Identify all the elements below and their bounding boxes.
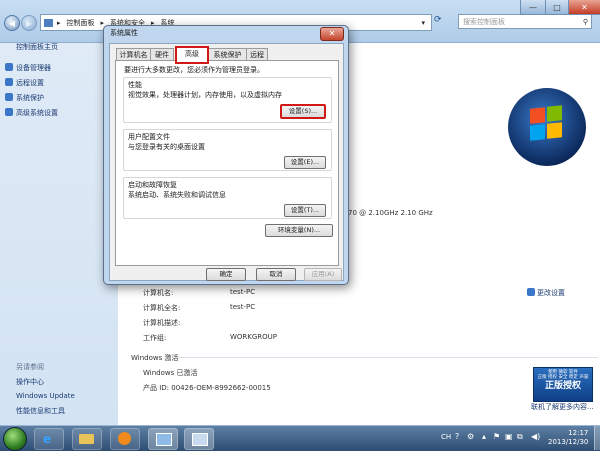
startup-recovery-title: 启动和故障恢复 [128, 181, 177, 189]
workgroup-label: 工作组: [143, 334, 167, 342]
computer-full-name-label: 计算机全名: [143, 304, 181, 312]
forward-button[interactable]: ▶ [21, 15, 37, 31]
genuine-badge-title: 正版授权 [544, 381, 581, 391]
performance-title: 性能 [128, 81, 142, 89]
search-icon: ⚲ [582, 17, 588, 26]
cancel-button[interactable]: 取消 [256, 268, 296, 281]
user-profiles-group: 用户配置文件 与您登录有关的桌面设置 设置(E)... [123, 129, 332, 171]
search-placeholder: 搜索控制面板 [463, 17, 505, 26]
system-properties-taskbar-button[interactable] [184, 428, 214, 450]
tab-panel-advanced: 要进行大多数更改，您必须作为管理员登录。 性能 视觉效果，处理器计划，内存使用，… [115, 60, 339, 266]
processor-value: 70 @ 2.10GHz 2.10 GHz [348, 209, 433, 217]
sidebar-item-advanced-settings[interactable]: 高级系统设置 [16, 108, 58, 118]
logo-flag-red [530, 107, 545, 124]
control-panel-home-link[interactable]: 控制面板主页 [16, 42, 58, 52]
flag-icon[interactable]: ⚑ [493, 432, 500, 441]
media-player-icon [118, 432, 131, 445]
sidebar-item-system-protection[interactable]: 系统保护 [16, 93, 44, 103]
user-profiles-settings-button[interactable]: 设置(E)... [284, 156, 326, 169]
minimize-button[interactable]: — [520, 0, 546, 15]
maximize-button[interactable]: □ [545, 0, 569, 15]
folder-icon [79, 434, 94, 444]
computer-name-label: 计算机名: [143, 289, 174, 297]
see-also-heading: 另请参阅 [16, 363, 44, 371]
ok-button[interactable]: 确定 [206, 268, 246, 281]
volume-icon[interactable]: ◀) [531, 432, 540, 441]
forward-arrow-icon: ▶ [25, 18, 33, 28]
computer-icon [192, 433, 208, 446]
internet-explorer-icon: e [43, 432, 52, 446]
workgroup-value: WORKGROUP [230, 333, 278, 341]
genuine-badge[interactable]: 使用 微软 软件 正版 授权 安全 稳定 声誉 正版授权 [533, 367, 593, 402]
shield-icon [527, 288, 535, 296]
back-button[interactable]: ◀ [4, 15, 20, 31]
environment-variables-button[interactable]: 环境变量(N)... [265, 224, 333, 237]
product-id: 产品 ID: 00426-OEM-8992662-00015 [143, 384, 271, 392]
activation-status: Windows 已激活 [143, 369, 198, 377]
control-panel-icon [156, 433, 172, 446]
ie-taskbar-button[interactable]: e [34, 428, 64, 450]
see-also-windows-update[interactable]: Windows Update [16, 392, 75, 400]
window-close-button[interactable]: ✕ [568, 0, 600, 15]
breadcrumb-item[interactable]: 控制面板 [67, 18, 95, 28]
breadcrumb-sep-icon: ▸ [57, 18, 61, 27]
user-profiles-title: 用户配置文件 [128, 133, 170, 141]
back-arrow-icon: ◀ [8, 18, 16, 28]
change-settings-link[interactable]: 更改设置 [537, 288, 565, 298]
dialog-title: 系统属性 [110, 29, 138, 37]
performance-settings-button[interactable]: 设置(S)... [280, 104, 326, 119]
performance-desc: 视觉效果，处理器计划，内存使用，以及虚拟内存 [128, 91, 282, 99]
admin-note: 要进行大多数更改，您必须作为管理员登录。 [124, 66, 264, 74]
clock-time: 12:17 [568, 429, 589, 437]
network-icon[interactable]: ▣ [505, 432, 513, 441]
shield-icon [5, 63, 13, 71]
learn-more-link[interactable]: 联机了解更多内容... [531, 402, 594, 412]
computer-name-value: test-PC [230, 288, 256, 296]
explorer-taskbar-button[interactable] [72, 428, 102, 450]
network-icon[interactable]: ⧉ [517, 432, 523, 442]
tab-advanced[interactable]: 高级 [175, 46, 209, 64]
startup-recovery-group: 启动和故障恢复 系统启动、系统失败和调试信息 设置(T)... [123, 177, 332, 219]
control-panel-icon [44, 18, 53, 27]
refresh-icon[interactable]: ⟳ [434, 15, 450, 28]
startup-recovery-desc: 系统启动、系统失败和调试信息 [128, 191, 226, 199]
startup-recovery-settings-button[interactable]: 设置(T)... [284, 204, 326, 217]
start-button[interactable] [3, 427, 27, 451]
help-icon[interactable]: ? [455, 432, 459, 441]
logo-flag-yellow [547, 122, 562, 139]
breadcrumb-sep-icon: ▸ [100, 18, 105, 27]
section-divider [178, 357, 598, 358]
dialog-close-button[interactable]: ✕ [320, 27, 344, 41]
logo-flag-blue [530, 124, 545, 141]
apply-button[interactable]: 应用(A) [304, 268, 342, 281]
shield-icon [5, 78, 13, 86]
system-clock[interactable]: 12:17 2013/12/30 [548, 429, 588, 447]
system-properties-dialog: 系统属性 ✕ 计算机名 硬件 高级 系统保护 远程 要进行大多数更改，您必须作为… [103, 25, 349, 285]
show-desktop-button[interactable] [594, 426, 600, 450]
activation-heading: Windows 激活 [131, 354, 179, 362]
performance-group: 性能 视觉效果，处理器计划，内存使用，以及虚拟内存 设置(S)... [123, 77, 332, 123]
clock-date: 2013/12/30 [548, 438, 589, 446]
windows-logo [508, 88, 586, 166]
show-hidden-icons-icon[interactable]: ▴ [482, 432, 486, 441]
dialog-body: 计算机名 硬件 高级 系统保护 远程 要进行大多数更改，您必须作为管理员登录。 … [109, 43, 344, 281]
search-input[interactable]: 搜索控制面板 ⚲ [458, 14, 592, 29]
shield-icon [5, 108, 13, 116]
control-panel-taskbar-button[interactable] [148, 428, 178, 450]
sidebar-item-device-manager[interactable]: 设备管理器 [16, 63, 51, 73]
media-player-taskbar-button[interactable] [110, 428, 140, 450]
see-also-action-center[interactable]: 操作中心 [16, 377, 44, 387]
shield-icon [5, 93, 13, 101]
computer-description-label: 计算机描述: [143, 319, 181, 327]
computer-full-name-value: test-PC [230, 303, 256, 311]
sidebar-item-remote-settings[interactable]: 远程设置 [16, 78, 44, 88]
genuine-badge-caption: 使用 微软 软件 正版 授权 安全 稳定 声誉 [537, 370, 589, 380]
logo-flag-green [547, 105, 562, 122]
dropdown-arrow-icon[interactable]: ▾ [421, 19, 425, 27]
user-profiles-desc: 与您登录有关的桌面设置 [128, 143, 205, 151]
language-indicator[interactable]: CH [441, 433, 451, 441]
settings-icon[interactable]: ⚙ [467, 432, 474, 441]
see-also-performance[interactable]: 性能信息和工具 [16, 406, 65, 416]
